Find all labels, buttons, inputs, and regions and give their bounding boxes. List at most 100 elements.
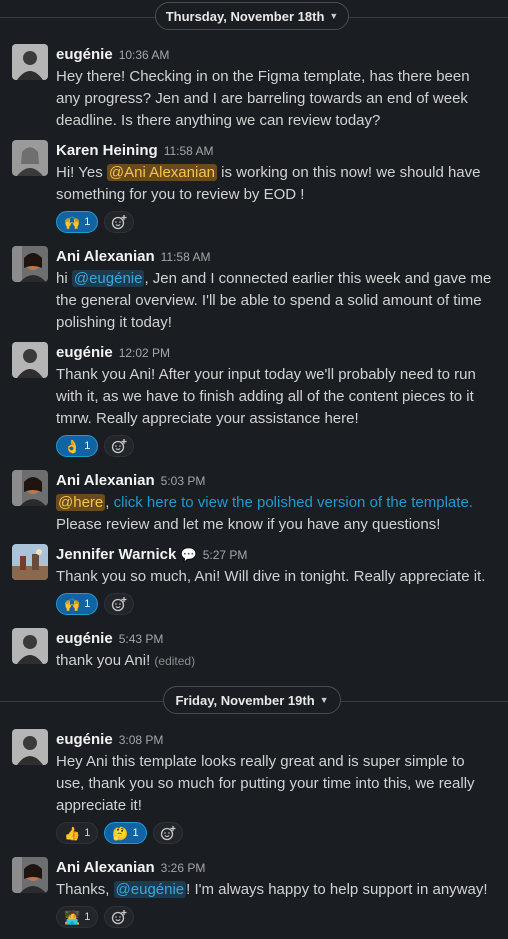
message-text: Thank you Ani! After your input today we… [56, 366, 476, 427]
timestamp[interactable]: 5:27 PM [203, 548, 248, 562]
text-span: thank you Ani! [56, 652, 151, 669]
edited-label: (edited) [154, 654, 196, 668]
message-text: @here, click here to view the polished v… [56, 492, 494, 536]
avatar-image [12, 246, 48, 282]
here-mention[interactable]: @here [56, 494, 106, 511]
reaction-chip[interactable]: 🧑‍💻 1 [56, 906, 99, 928]
timestamp[interactable]: 11:58 AM [161, 250, 211, 264]
text-span: Thanks, [56, 881, 114, 898]
avatar[interactable] [12, 140, 48, 176]
message-text: Hey there! Checking in on the Figma temp… [56, 68, 470, 129]
reaction-chip[interactable]: 👍 1 [56, 822, 99, 844]
technologist-emoji: 🧑‍💻 [64, 909, 81, 925]
user-mention[interactable]: @eugénie [113, 881, 187, 898]
add-reaction-icon [112, 215, 127, 230]
author-name[interactable]: Ani Alexanian [56, 472, 155, 489]
add-reaction-icon [160, 826, 176, 841]
reaction-chip[interactable]: 👌 1 [56, 435, 99, 457]
date-label: Friday, November 19th [175, 692, 315, 708]
user-mention[interactable]: @eugénie [71, 270, 145, 287]
reaction-chip[interactable]: 🙌 1 [56, 593, 99, 615]
author-name[interactable]: Ani Alexanian [56, 248, 155, 265]
avatar-image [12, 44, 48, 80]
raised-hands-emoji: 🙌 [64, 214, 81, 230]
add-reaction-icon [112, 439, 127, 454]
avatar-image [12, 342, 48, 378]
avatar[interactable] [12, 342, 48, 378]
avatar-image [12, 729, 48, 765]
reaction-count: 1 [84, 827, 91, 839]
reaction-bar: 🙌 1 [56, 210, 494, 234]
add-reaction-icon [112, 910, 127, 925]
message-text: Thanks, @eugénie! I'm always happy to he… [56, 879, 494, 901]
date-pill-button[interactable]: Friday, November 19th ▼ [163, 686, 341, 714]
reaction-chip[interactable]: 🙌 1 [56, 211, 99, 233]
reaction-bar: 🧑‍💻 1 [56, 905, 494, 929]
reaction-count: 1 [132, 827, 139, 839]
user-mention[interactable]: @Ani Alexanian [106, 164, 218, 181]
date-pill-button[interactable]: Thursday, November 18th ▼ [155, 2, 349, 30]
reaction-chip[interactable]: 🤔 1 [104, 822, 147, 844]
add-reaction-button[interactable] [104, 435, 135, 457]
text-span: Please review and let me know if you hav… [56, 516, 441, 533]
reaction-count: 1 [84, 440, 91, 452]
timestamp[interactable]: 5:43 PM [119, 632, 164, 646]
add-reaction-button[interactable] [104, 211, 135, 233]
avatar[interactable] [12, 729, 48, 765]
message-text: Hey Ani this template looks really great… [56, 753, 475, 814]
timestamp[interactable]: 12:02 PM [119, 346, 170, 360]
reaction-count: 1 [84, 216, 91, 228]
ok-hand-emoji: 👌 [64, 438, 81, 454]
date-label: Thursday, November 18th [165, 8, 325, 24]
message-text: hi @eugénie, Jen and I connected earlier… [56, 268, 494, 334]
add-reaction-button[interactable] [152, 822, 183, 844]
avatar[interactable] [12, 544, 48, 580]
message-text: thank you Ani! (edited) [56, 650, 494, 672]
date-divider: Thursday, November 18th ▼ [0, 2, 508, 34]
thumbs-up-emoji: 👍 [64, 825, 81, 841]
author-name[interactable]: eugénie [56, 344, 113, 361]
text-span: ! I'm always happy to help support in an… [186, 881, 488, 898]
reaction-bar: 🙌 1 [56, 592, 494, 616]
text-span: , [105, 494, 114, 511]
avatar[interactable] [12, 44, 48, 80]
avatar-image [12, 544, 48, 580]
timestamp[interactable]: 10:36 AM [119, 48, 170, 62]
timestamp[interactable]: 3:26 PM [161, 861, 206, 875]
author-name[interactable]: Karen Heining [56, 142, 158, 159]
text-span: hi [56, 270, 72, 287]
raised-hands-emoji: 🙌 [64, 596, 81, 612]
reaction-bar: 👌 1 [56, 434, 494, 458]
reaction-count: 1 [84, 911, 91, 923]
status-emoji[interactable]: 💬 [181, 547, 197, 562]
author-name[interactable]: eugénie [56, 46, 113, 63]
add-reaction-button[interactable] [104, 593, 135, 615]
chevron-down-icon: ▼ [319, 695, 329, 705]
author-name[interactable]: eugénie [56, 731, 113, 748]
chevron-down-icon: ▼ [329, 11, 339, 21]
add-reaction-button[interactable] [104, 906, 135, 928]
avatar[interactable] [12, 246, 48, 282]
text-span: Hi! Yes [56, 164, 107, 181]
date-divider: Friday, November 19th ▼ [0, 686, 508, 718]
template-link[interactable]: click here to view the polished version … [114, 494, 473, 511]
avatar[interactable] [12, 628, 48, 664]
avatar-image [12, 857, 48, 893]
avatar-image [12, 628, 48, 664]
author-name[interactable]: eugénie [56, 630, 113, 647]
reaction-bar: 👍 1 🤔 1 [56, 821, 494, 845]
author-name[interactable]: Ani Alexanian [56, 859, 155, 876]
timestamp[interactable]: 11:58 AM [164, 144, 214, 158]
message-text: Thank you so much, Ani! Will dive in ton… [56, 568, 486, 585]
avatar-image [12, 470, 48, 506]
timestamp[interactable]: 3:08 PM [119, 733, 164, 747]
add-reaction-icon [112, 597, 127, 612]
author-name[interactable]: Jennifer Warnick [56, 546, 176, 563]
thinking-face-emoji: 🤔 [112, 825, 129, 841]
avatar[interactable] [12, 857, 48, 893]
message-text: Hi! Yes @Ani Alexanian is working on thi… [56, 162, 494, 206]
reaction-count: 1 [84, 598, 91, 610]
avatar[interactable] [12, 470, 48, 506]
avatar-image [12, 140, 48, 176]
timestamp[interactable]: 5:03 PM [161, 474, 206, 488]
